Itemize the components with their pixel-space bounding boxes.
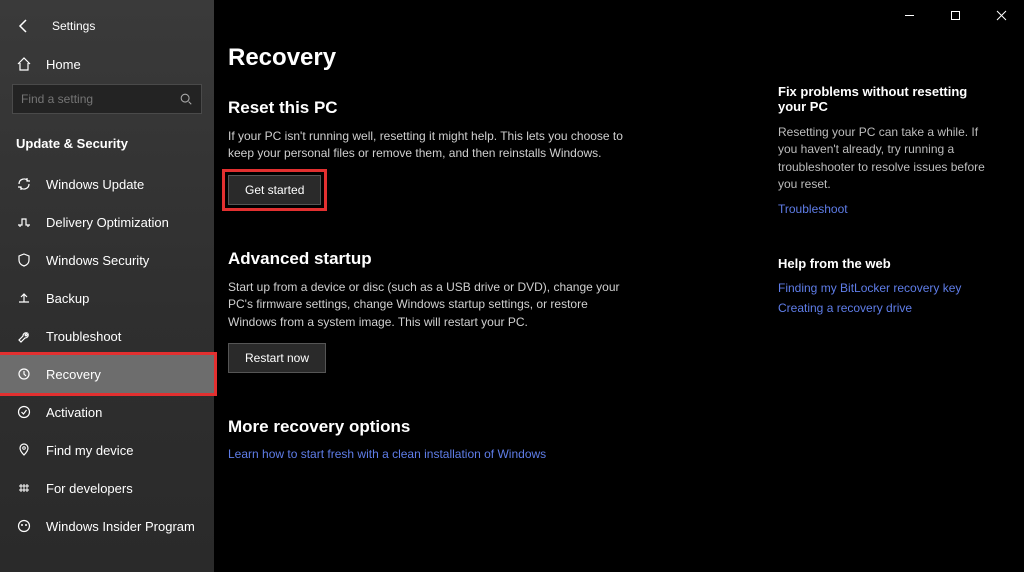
sidebar-item-backup[interactable]: Backup	[0, 279, 214, 317]
home-nav[interactable]: Home	[0, 46, 214, 84]
sidebar-item-label: Recovery	[46, 367, 101, 382]
sidebar-item-label: Delivery Optimization	[46, 215, 169, 230]
sidebar-item-for-developers[interactable]: For developers	[0, 469, 214, 507]
sidebar-item-find-my-device[interactable]: Find my device	[0, 431, 214, 469]
sidebar: Settings Home Update & Security Windows …	[0, 0, 214, 572]
restart-now-button[interactable]: Restart now	[228, 343, 326, 373]
advanced-heading: Advanced startup	[228, 249, 748, 269]
developer-icon	[16, 480, 32, 496]
reset-description: If your PC isn't running well, resetting…	[228, 128, 628, 163]
fix-description: Resetting your PC can take a while. If y…	[778, 124, 988, 194]
maximize-button[interactable]	[932, 0, 978, 30]
aside-panel: Fix problems without resetting your PC R…	[778, 44, 988, 572]
app-title: Settings	[52, 19, 95, 33]
home-label: Home	[46, 57, 81, 72]
sidebar-item-windows-security[interactable]: Windows Security	[0, 241, 214, 279]
annotation-highlight	[0, 352, 217, 396]
sidebar-item-activation[interactable]: Activation	[0, 393, 214, 431]
bitlocker-link[interactable]: Finding my BitLocker recovery key	[778, 281, 988, 295]
reset-heading: Reset this PC	[228, 98, 748, 118]
sidebar-section-title: Update & Security	[0, 122, 214, 161]
sidebar-item-label: Activation	[46, 405, 102, 420]
search-icon	[179, 92, 193, 106]
recovery-icon	[16, 366, 32, 382]
page-title: Recovery	[228, 44, 748, 72]
more-heading: More recovery options	[228, 417, 748, 437]
more-recovery-section: More recovery options Learn how to start…	[228, 417, 748, 461]
advanced-description: Start up from a device or disc (such as …	[228, 279, 628, 331]
annotation-highlight: Get started	[228, 175, 321, 205]
sidebar-item-label: Windows Update	[46, 177, 144, 192]
sidebar-item-label: For developers	[46, 481, 133, 496]
sidebar-item-label: Windows Security	[46, 253, 149, 268]
insider-icon	[16, 518, 32, 534]
troubleshoot-link[interactable]: Troubleshoot	[778, 202, 988, 216]
main-content: Recovery Reset this PC If your PC isn't …	[214, 0, 1024, 572]
search-box[interactable]	[12, 84, 202, 114]
sidebar-item-recovery[interactable]: Recovery	[0, 355, 214, 393]
backup-icon	[16, 290, 32, 306]
home-icon	[16, 56, 32, 72]
advanced-startup-section: Advanced startup Start up from a device …	[228, 249, 748, 373]
sidebar-item-label: Find my device	[46, 443, 133, 458]
back-button[interactable]	[16, 18, 32, 34]
minimize-button[interactable]	[886, 0, 932, 30]
sync-icon	[16, 176, 32, 192]
start-fresh-link[interactable]: Learn how to start fresh with a clean in…	[228, 447, 748, 461]
arrow-left-icon	[16, 18, 32, 34]
wrench-icon	[16, 328, 32, 344]
sidebar-item-windows-insider[interactable]: Windows Insider Program	[0, 507, 214, 545]
search-input[interactable]	[21, 92, 179, 106]
sidebar-item-delivery-optimization[interactable]: Delivery Optimization	[0, 203, 214, 241]
check-circle-icon	[16, 404, 32, 420]
location-icon	[16, 442, 32, 458]
get-started-button[interactable]: Get started	[228, 175, 321, 205]
sidebar-nav: Windows Update Delivery Optimization Win…	[0, 165, 214, 545]
fix-heading: Fix problems without resetting your PC	[778, 84, 988, 114]
help-heading: Help from the web	[778, 256, 988, 271]
shield-icon	[16, 252, 32, 268]
sidebar-item-label: Troubleshoot	[46, 329, 121, 344]
sidebar-item-label: Backup	[46, 291, 89, 306]
reset-pc-section: Reset this PC If your PC isn't running w…	[228, 98, 748, 205]
window-controls	[886, 0, 1024, 30]
close-button[interactable]	[978, 0, 1024, 30]
sidebar-item-troubleshoot[interactable]: Troubleshoot	[0, 317, 214, 355]
sidebar-item-windows-update[interactable]: Windows Update	[0, 165, 214, 203]
sidebar-item-label: Windows Insider Program	[46, 519, 195, 534]
delivery-icon	[16, 214, 32, 230]
recovery-drive-link[interactable]: Creating a recovery drive	[778, 301, 988, 315]
